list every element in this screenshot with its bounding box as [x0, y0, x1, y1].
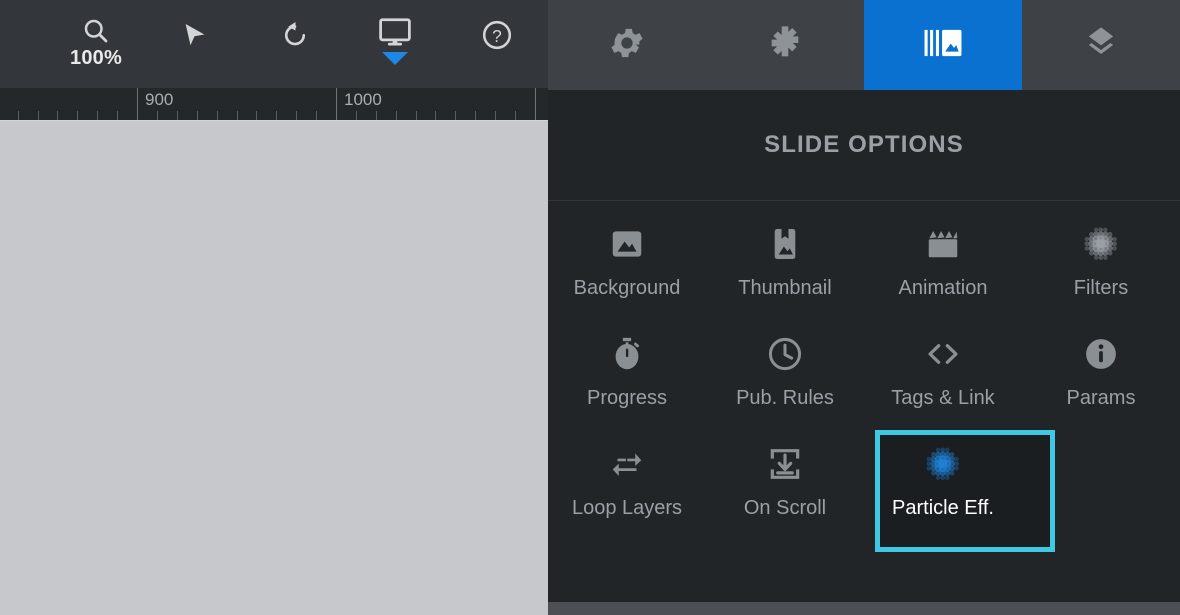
ruler-minor-tick: [276, 111, 277, 120]
slide-option-loop-layers[interactable]: 1 Loop Layers: [548, 441, 706, 563]
ruler-minor-tick: [316, 111, 317, 120]
slides-gallery-icon: [923, 23, 963, 68]
slide-option-params[interactable]: Params: [1022, 331, 1180, 441]
ruler-major-tick: [137, 88, 138, 120]
move-cross-icon: [765, 23, 805, 68]
cursor-arrow-icon: [180, 20, 210, 50]
slide-option-label: On Scroll: [743, 497, 827, 519]
tab-slides[interactable]: [864, 0, 1022, 90]
ruler-minor-tick: [455, 111, 456, 120]
slide-option-tags-link[interactable]: Tags & Link: [864, 331, 1022, 441]
ruler-minor-tick: [416, 111, 417, 120]
slide-option-label: Tags & Link: [891, 387, 995, 409]
ruler-minor-tick: [475, 111, 476, 120]
tab-layers[interactable]: [1022, 0, 1180, 90]
ruler-major-tick: [336, 88, 337, 120]
bookmark-image-icon: [766, 221, 804, 267]
ruler-minor-tick: [376, 111, 377, 120]
undo-rotate-icon: [280, 20, 310, 50]
tab-layout[interactable]: [706, 0, 864, 90]
zoom-level-label: 100%: [70, 47, 122, 69]
clapperboard-icon: [924, 221, 962, 267]
ruler-label: 1000: [344, 90, 382, 109]
slide-option-label: Params: [1066, 387, 1136, 409]
panel-footer-bar: [548, 602, 1180, 615]
panel-tabbar: [548, 0, 1180, 90]
ruler-minor-tick: [157, 111, 158, 120]
app-root: 100% ? 900 1000 SLIDE OPTIONS Background…: [0, 0, 1180, 615]
info-circle-icon: [1082, 331, 1120, 377]
ruler-minor-tick: [435, 111, 436, 120]
download-box-icon: [766, 441, 804, 487]
ruler-minor-tick: [256, 111, 257, 120]
ruler-minor-tick: [515, 111, 516, 120]
dot-matrix-blue-icon: [923, 441, 963, 487]
ruler-minor-tick: [356, 111, 357, 120]
slide-option-label: Animation: [898, 277, 988, 299]
layers-diamond-icon: [1081, 23, 1121, 68]
ruler-minor-tick: [396, 111, 397, 120]
image-icon: [608, 221, 646, 267]
help-tool-button[interactable]: ?: [467, 0, 527, 88]
slide-option-label: Filters: [1073, 277, 1129, 299]
svg-text:1: 1: [624, 455, 630, 466]
dot-matrix-icon: [1081, 221, 1121, 267]
select-tool-button[interactable]: [164, 0, 226, 88]
question-circle-icon: ?: [481, 19, 513, 51]
ruler-minor-tick: [97, 111, 98, 120]
slide-option-animation[interactable]: Animation: [864, 221, 1022, 331]
ruler-minor-tick: [57, 111, 58, 120]
ruler-major-tick: [535, 88, 536, 120]
canvas-vertical-scrollbar[interactable]: [519, 121, 1053, 615]
slide-option-particle-eff[interactable]: Particle Eff.: [864, 430, 1055, 563]
slide-option-filters[interactable]: Filters: [1022, 221, 1180, 331]
slide-option-progress[interactable]: Progress: [548, 331, 706, 441]
ruler-minor-tick: [77, 111, 78, 120]
slide-option-thumbnail[interactable]: Thumbnail: [706, 221, 864, 331]
ruler-minor-tick: [296, 111, 297, 120]
selection-highlight-box: [875, 430, 1055, 552]
ruler-minor-tick: [237, 111, 238, 120]
svg-text:?: ?: [492, 26, 502, 46]
slide-option-label: Particle Eff.: [892, 497, 994, 519]
tab-settings[interactable]: [548, 0, 706, 90]
slide-option-on-scroll[interactable]: On Scroll: [706, 441, 864, 563]
ruler-minor-tick: [217, 111, 218, 120]
preview-tool-button[interactable]: [364, 0, 426, 88]
zoom-tool-button[interactable]: 100%: [58, 0, 134, 88]
ruler-minor-tick: [495, 111, 496, 120]
editor-left-pane: 100% ? 900 1000: [0, 0, 1053, 615]
clock-icon: [766, 331, 804, 377]
preview-dropdown-caret-icon[interactable]: [382, 52, 408, 65]
ruler-minor-tick: [197, 111, 198, 120]
slide-option-label: Pub. Rules: [736, 387, 834, 409]
slide-canvas[interactable]: [0, 120, 1053, 615]
ruler-minor-tick: [18, 111, 19, 120]
reset-tool-button[interactable]: [265, 0, 325, 88]
slide-options-grid: Background Thumbnail Animation Filters Progr…: [548, 201, 1180, 602]
editor-toolbar: 100% ?: [0, 0, 548, 88]
panel-title: SLIDE OPTIONS: [548, 90, 1180, 200]
slide-option-label: Progress: [586, 387, 668, 409]
slide-option-pub-rules[interactable]: Pub. Rules: [706, 331, 864, 441]
ruler-minor-tick: [177, 111, 178, 120]
ruler-minor-tick: [38, 111, 39, 120]
magnifier-icon: [81, 16, 111, 46]
slide-options-pane: SLIDE OPTIONS Background Thumbnail Animati…: [548, 0, 1180, 615]
code-brackets-icon: [923, 331, 963, 377]
slide-option-label: Background: [573, 277, 681, 299]
ruler-label: 900: [145, 90, 174, 109]
monitor-icon: [378, 17, 412, 47]
slide-option-label: Loop Layers: [571, 497, 683, 519]
loop-one-icon: 1: [608, 441, 646, 487]
gear-icon: [607, 23, 647, 68]
ruler-minor-tick: [117, 111, 118, 120]
horizontal-ruler[interactable]: 900 1000: [0, 88, 548, 120]
slide-option-background[interactable]: Background: [548, 221, 706, 331]
canvas-surface[interactable]: [0, 121, 519, 615]
slide-option-label: Thumbnail: [738, 277, 832, 299]
stopwatch-icon: [608, 331, 646, 377]
